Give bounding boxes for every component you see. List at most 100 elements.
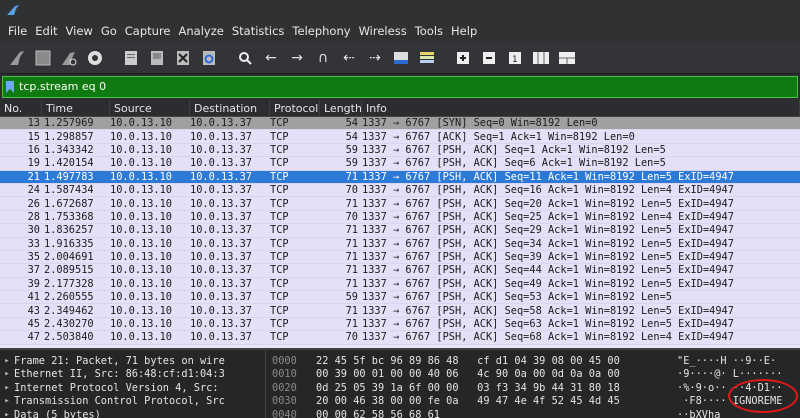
packet-info: 1337 → 6767 [PSH, ACK] Seq=58 Ack=1 Win=… (362, 304, 734, 317)
autoscroll-icon[interactable] (390, 47, 412, 69)
packet-info: 1337 → 6767 [PSH, ACK] Seq=68 Ack=1 Win=… (362, 331, 734, 344)
packet-row[interactable]: 26 1.672687 10.0.13.10 10.0.13.37 TCP 71 1337 … (0, 197, 800, 211)
packet-row[interactable]: 47 2.503840 10.0.13.10 10.0.13.37 TCP 70 1337 … (0, 331, 800, 345)
menu-edit[interactable]: Edit (31, 20, 61, 42)
zoom-in-icon[interactable] (452, 47, 474, 69)
expand-arrow-icon[interactable]: ▸ (0, 369, 14, 379)
packet-row[interactable]: 19 1.420154 10.0.13.10 10.0.13.37 TCP 59 1337 … (0, 157, 800, 171)
packet-time: 1.753368 (44, 210, 94, 223)
expand-arrow-icon[interactable]: ▸ (0, 396, 14, 406)
expand-arrow-icon[interactable]: ▸ (0, 410, 14, 418)
restart-icon[interactable] (58, 47, 80, 69)
packet-source: 10.0.13.10 (110, 130, 172, 143)
menu-telephony[interactable]: Telephony (288, 20, 354, 42)
stop-icon[interactable] (32, 47, 54, 69)
packet-info: 1337 → 6767 [SYN] Seq=0 Win=8192 Len=0 (362, 117, 598, 130)
expand-arrow-icon[interactable]: ▸ (0, 383, 14, 393)
hex-bytes: 00 39 00 01 00 00 40 06 4c 90 0a 00 0d 0… (316, 368, 620, 381)
packet-row[interactable]: 30 1.836257 10.0.13.10 10.0.13.37 TCP 71 1337 … (0, 224, 800, 238)
packet-row[interactable]: 16 1.343342 10.0.13.10 10.0.13.37 TCP 59 1337 … (0, 143, 800, 158)
first-packet-icon[interactable]: ⇠ (338, 47, 360, 69)
hex-line[interactable]: 0000 22 45 5f bc 96 89 86 48 cf d1 04 39 … (272, 354, 800, 368)
find-icon[interactable] (234, 47, 256, 69)
options-gear-icon[interactable] (84, 47, 106, 69)
last-packet-icon[interactable]: ⇢ (364, 47, 386, 69)
packet-protocol: TCP (270, 197, 289, 210)
column-header-info[interactable]: Info (362, 99, 800, 117)
menu-analyze[interactable]: Analyze (175, 20, 228, 42)
column-header-source[interactable]: Source (110, 99, 190, 117)
column-header-no[interactable]: No. (0, 99, 42, 117)
packet-destination: 10.0.13.37 (190, 251, 252, 264)
hex-line[interactable]: 0030 20 00 46 38 00 00 fe 0a 49 47 4e 4f … (272, 395, 800, 409)
packet-no: 37 (27, 264, 40, 277)
packet-row[interactable]: 43 2.349462 10.0.13.10 10.0.13.37 TCP 71 1337 … (0, 304, 800, 318)
packet-bytes-pane: 0000 22 45 5f bc 96 89 86 48 cf d1 04 39 … (266, 350, 800, 418)
colorize-icon[interactable] (416, 47, 438, 69)
hex-line[interactable]: 0040 00 00 62 58 56 68 61 ··bXVha (272, 408, 800, 418)
packet-row[interactable]: 35 2.004691 10.0.13.10 10.0.13.37 TCP 71 1337 … (0, 250, 800, 265)
packet-row[interactable]: 39 2.177328 10.0.13.10 10.0.13.37 TCP 71 1337 … (0, 277, 800, 292)
hex-line[interactable]: 0020 0d 25 05 39 1a 6f 00 00 03 f3 34 9b … (272, 381, 800, 395)
menu-statistics[interactable]: Statistics (228, 20, 289, 42)
column-header-time[interactable]: Time (42, 99, 110, 117)
packet-row[interactable]: 28 1.753368 10.0.13.10 10.0.13.37 TCP 70 1337 … (0, 210, 800, 225)
save-file-icon[interactable] (146, 47, 168, 69)
column-header-destination[interactable]: Destination (190, 99, 270, 117)
packet-no: 24 (27, 184, 40, 197)
hex-offset: 0020 (272, 381, 297, 394)
reload-icon[interactable] (198, 47, 220, 69)
packet-row[interactable]: 24 1.587434 10.0.13.10 10.0.13.37 TCP 70 1337 … (0, 183, 800, 198)
packet-row[interactable]: 37 2.089515 10.0.13.10 10.0.13.37 TCP 71 1337 … (0, 264, 800, 278)
packet-no: 39 (27, 277, 40, 290)
packet-source: 10.0.13.10 (110, 331, 172, 344)
menu-view[interactable]: View (62, 20, 97, 42)
highlight-circle (728, 379, 798, 413)
packet-row[interactable]: 15 1.298857 10.0.13.10 10.0.13.37 TCP 54 1337 … (0, 130, 800, 144)
menu-wireless[interactable]: Wireless (355, 20, 411, 42)
detail-tree-item[interactable]: ▸ Internet Protocol Version 4, Src: (0, 381, 265, 395)
menu-go[interactable]: Go (97, 20, 121, 42)
packet-protocol: TCP (270, 224, 289, 237)
packet-info: 1337 → 6767 [PSH, ACK] Seq=25 Ack=1 Win=… (362, 210, 734, 223)
detail-tree-item[interactable]: ▸ Frame 21: Packet, 71 bytes on wire (0, 354, 265, 368)
open-file-icon[interactable] (120, 47, 142, 69)
zoom-out-icon[interactable] (478, 47, 500, 69)
packet-no: 47 (27, 331, 40, 344)
column-header-protocol[interactable]: Protocol (270, 99, 320, 117)
layout-icon[interactable] (556, 47, 578, 69)
hex-line[interactable]: 0010 00 39 00 01 00 00 40 06 4c 90 0a 00 … (272, 368, 800, 382)
packet-row[interactable]: 21 1.497783 10.0.13.10 10.0.13.37 TCP 71 1337 … (0, 170, 800, 184)
bookmark-icon[interactable] (3, 78, 17, 96)
packet-row[interactable]: 33 1.916335 10.0.13.10 10.0.13.37 TCP 71 1337 … (0, 237, 800, 251)
packet-no: 33 (27, 237, 40, 250)
menu-tools[interactable]: Tools (411, 20, 447, 42)
column-header-length[interactable]: Length (320, 99, 362, 117)
packet-row[interactable]: 13 1.257969 10.0.13.10 10.0.13.37 TCP 54 1337 … (0, 117, 800, 131)
packet-row[interactable]: 41 2.260555 10.0.13.10 10.0.13.37 TCP 59 1337 … (0, 291, 800, 305)
forward-icon[interactable]: → (286, 47, 308, 69)
packet-protocol: TCP (270, 184, 289, 197)
packet-destination: 10.0.13.37 (190, 277, 252, 290)
back-icon[interactable]: ← (260, 47, 282, 69)
detail-tree-item[interactable]: ▸ Ethernet II, Src: 86:48:cf:d1:04:3 (0, 368, 265, 382)
detail-tree-item[interactable]: ▸ Transmission Control Protocol, Src (0, 395, 265, 409)
packet-row[interactable]: 45 2.430270 10.0.13.10 10.0.13.37 TCP 71 1337 … (0, 317, 800, 332)
close-file-icon[interactable] (172, 47, 194, 69)
packet-source: 10.0.13.10 (110, 184, 172, 197)
packet-destination: 10.0.13.37 (190, 170, 252, 183)
resize-columns-icon[interactable] (530, 47, 552, 69)
normal-size-icon[interactable]: 1 (504, 47, 526, 69)
go-to-packet-icon[interactable]: ∩ (312, 47, 334, 69)
packet-source: 10.0.13.10 (110, 291, 172, 304)
menu-help[interactable]: Help (447, 20, 481, 42)
display-filter-input[interactable]: tcp.stream eq 0 (17, 78, 797, 96)
detail-tree-item[interactable]: ▸ Data (5 bytes) (0, 408, 265, 418)
expand-arrow-icon[interactable]: ▸ (0, 356, 14, 366)
display-filter-bar: tcp.stream eq 0 (2, 76, 798, 98)
menu-file[interactable]: File (4, 20, 31, 42)
packet-info: 1337 → 6767 [PSH, ACK] Seq=49 Ack=1 Win=… (362, 277, 734, 290)
start-capture-icon[interactable] (6, 47, 28, 69)
menu-capture[interactable]: Capture (121, 20, 175, 42)
packet-source: 10.0.13.10 (110, 170, 172, 183)
